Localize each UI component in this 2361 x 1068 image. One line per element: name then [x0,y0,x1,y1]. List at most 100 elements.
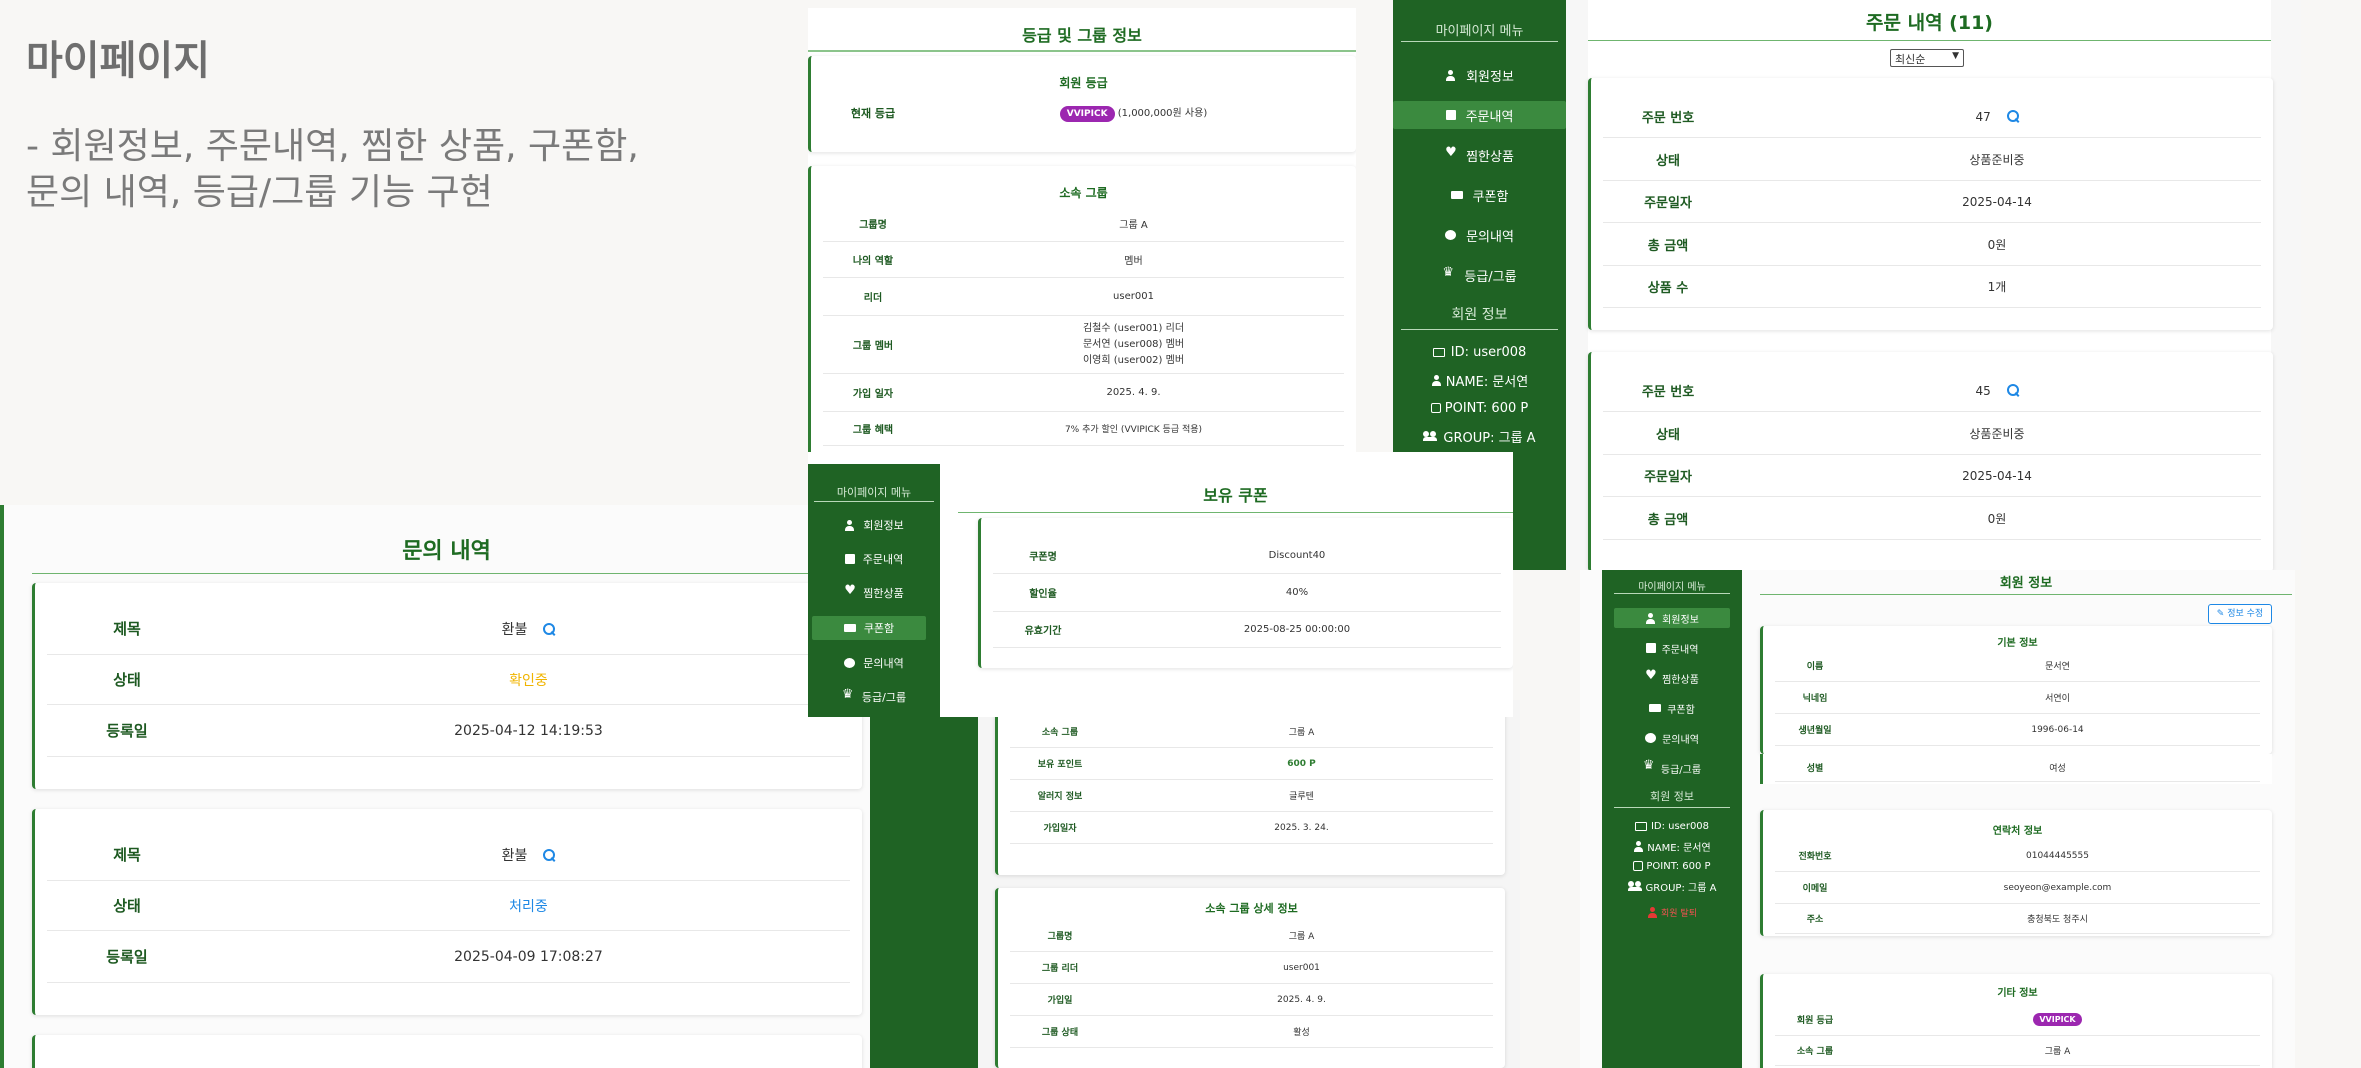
user-icon [1633,840,1644,852]
group-detail-card: 소속 그룹 상세 정보 그룹명 그룹 A 그룹 리더 user001 가입일 2… [995,888,1505,1068]
heart-icon [844,584,856,598]
group-benefit-label: 그룹 혜택 [852,425,894,436]
sidebar-item-wishlist[interactable]: 찜한상품 [808,582,940,604]
sidebar-item-grade-group[interactable]: 등급/그룹 [808,686,940,708]
sidebar-item-grade-group[interactable]: 등급/그룹 [1393,262,1566,288]
sidebar-item-orders[interactable]: 주문내역 [1393,101,1566,129]
sidebar-item-coupons[interactable]: 쿠폰함 [1393,182,1566,208]
member-info-screenshot: 마이페이지 메뉴 회원정보 주문내역 찜한상품 쿠폰함 문의내역 등급/그룹 회… [1580,570,2295,1068]
leader-value: user001 [1113,291,1154,302]
bag-icon [1445,110,1456,120]
search-icon[interactable] [543,622,556,635]
my-role-value: 멤버 [1124,256,1143,267]
leader-label: 리더 [863,293,883,304]
group-members-label: 그룹 멤버 [852,341,894,352]
coupons-screenshot: 마이페이지 메뉴 회원정보 주문내역 찜한상품 쿠폰함 문의내역 등급/그룹 보… [808,452,1513,717]
edit-info-button[interactable]: ✎ 정보 수정 [2208,604,2272,624]
order-card: 주문 번호 45 상태 상품준비중 주문일자 2025-04-14 총 금액 0… [1588,352,2273,570]
group-detail-status-label: 그룹 상태 [1041,1028,1079,1038]
sidebar-item-orders[interactable]: 주문내역 [1602,638,1742,658]
withdraw-link[interactable]: 회원 탈퇴 [1602,904,1742,920]
sidebar-item-wishlist[interactable]: 찜한상품 [1393,142,1566,168]
order-number-label: 주문 번호 [1641,111,1695,126]
sidebar-item-orders[interactable]: 주문내역 [808,548,940,570]
group-member: 김철수 (user001) 리더 [1082,322,1185,334]
orders-main: 주문 내역 (11) 최신순 ▼ 주문 번호 47 상태 상품준비중 주문일자 … [1588,0,2273,570]
sidebar-info-group: GROUP: 그룹 A [1393,426,1566,446]
slide-description: - 회원정보, 주문내역, 찜한 상품, 구폰함, 문의 내역, 등급/그룹 기… [26,124,639,216]
group-value: 그룹 A [1288,728,1315,738]
sidebar-item-coupons[interactable]: 쿠폰함 [1602,698,1742,718]
sidebar-info-title: 회원 정보 [1401,304,1558,330]
order-total-value: 0원 [1987,237,2007,252]
points-value: 600 P [1287,758,1316,769]
heart-icon [1645,669,1657,683]
inquiry-status-label: 상태 [113,671,141,689]
group-benefit-value: 7% 추가 할인 (VVIPICK 등급 적용) [1064,425,1203,435]
sidebar-item-grade-group[interactable]: 등급/그룹 [1602,758,1742,778]
contact-info-card: 연락처 정보 전화번호 01044445555 이메일 seoyeon@exam… [1760,810,2272,936]
inquiry-date-label: 등록일 [106,722,148,740]
inquiry-date-value: 2025-04-09 17:08:27 [454,948,603,965]
orders-screenshot: 마이페이지 메뉴 회원정보 주문내역 찜한상품 쿠폰함 문의내역 등급/그룹 회… [1393,0,2301,570]
group-detail-leader-label: 그룹 리더 [1041,964,1079,974]
search-icon[interactable] [2006,383,2019,396]
coupon-name-label: 쿠폰명 [1029,552,1057,563]
coupon-expiry-value: 2025-08-25 00:00:00 [1243,624,1351,635]
group-heading: 소속 그룹 [1059,186,1108,200]
phone-value: 01044445555 [2026,850,2089,861]
coins-icon [1633,861,1644,871]
sidebar-menu-title: 마이페이지 메뉴 [814,484,934,502]
coupon-rate-label: 할인율 [1029,589,1057,600]
users-icon [1423,431,1438,441]
allergy-value: 글루텐 [1289,792,1314,802]
search-icon[interactable] [543,848,556,861]
inquiries-screenshot: 문의 내역 제목 환불 상태 확인중 등록일 2025-04-12 14:19:… [0,505,870,1068]
nickname-value: 서연이 [2045,694,2070,704]
search-icon[interactable] [2006,109,2019,122]
sidebar-item-member-info[interactable]: 회원정보 [808,514,940,536]
sidebar-item-inquiries[interactable]: 문의내역 [1602,728,1742,748]
sidebar-item-member-info[interactable]: 회원정보 [1614,608,1730,628]
chevron-down-icon: ▼ [1952,51,1959,61]
member-grade-card: 회원 등급 현재 등급 VVIPICK (1,000,000원 사용) [808,56,1356,152]
member-grade-heading: 회원 등급 [1059,76,1108,90]
member-group-value: 그룹 A [2044,1047,2071,1057]
inquiry-status-value: 확인중 [509,672,548,689]
member-info-title: 회원 정보 [1999,576,2053,591]
bag-icon [844,554,855,564]
sidebar-item-coupons[interactable]: 쿠폰함 [812,616,926,640]
sidebar-info-id: ID: user008 [1602,818,1742,834]
coupon-name-value: Discount40 [1268,550,1326,561]
coupons-title: 보유 쿠폰 [1203,486,1268,505]
id-card-icon [1634,821,1647,831]
sidebar-item-inquiries[interactable]: 문의내역 [1393,222,1566,248]
signup-date-value: 2025. 3. 24. [1274,822,1329,833]
slide-description-line1: - 회원정보, 주문내역, 찜한 상품, 구폰함, [26,126,639,167]
basic-info-extra-row: 성별 여성 [1760,754,2272,784]
address-value: 충청북도 청주시 [2027,915,2088,925]
sidebar-item-inquiries[interactable]: 문의내역 [808,652,940,674]
email-label: 이메일 [1802,884,1828,894]
contact-info-heading: 연락처 정보 [1992,826,2043,837]
sidebar-info-title: 회원 정보 [1614,788,1730,808]
my-role-label: 나의 역할 [852,256,894,267]
group-detail-status-value: 활성 [1293,1028,1310,1038]
sort-select[interactable]: 최신순 ▼ [1890,49,1964,67]
group-detail-join-value: 2025. 4. 9. [1277,994,1326,1005]
order-date-label: 주문일자 [1644,196,1692,211]
sidebar-info-name: NAME: 문서연 [1393,370,1566,390]
sidebar-info-group: GROUP: 그룹 A [1602,878,1742,894]
phone-label: 전화번호 [1798,852,1832,862]
sidebar-item-wishlist[interactable]: 찜한상품 [1602,668,1742,688]
group-members-list: 김철수 (user001) 리더 문서연 (user008) 멤버 이영희 (u… [923,321,1344,369]
coins-icon [1430,403,1441,413]
order-total-label: 총 금액 [1647,238,1689,254]
orders-title: 주문 내역 (11) [1866,12,1993,34]
group-member: 이영희 (user002) 멤버 [1082,354,1185,366]
member-group-label: 소속 그룹 [1796,1047,1834,1057]
sidebar-info-point: POINT: 600 P [1393,398,1566,418]
sidebar-item-member-info[interactable]: 회원정보 [1393,62,1566,88]
etc-info-card: 기타 정보 회원 등급 VVIPICK 소속 그룹 그룹 A [1760,974,2272,1068]
group-name-value: 그룹 A [1119,220,1148,231]
